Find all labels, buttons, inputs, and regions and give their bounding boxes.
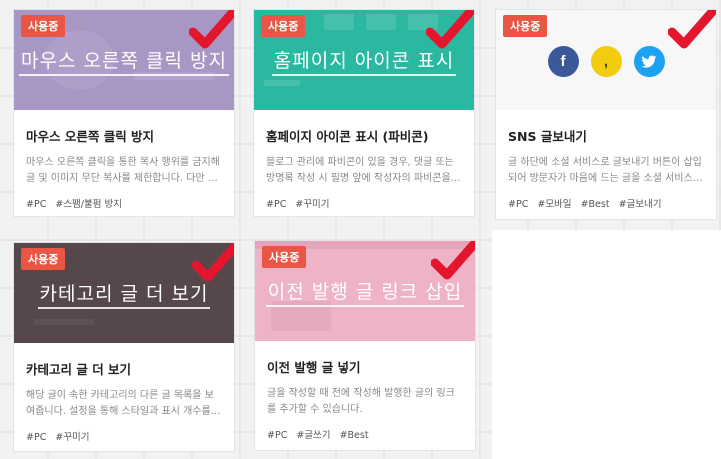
tag[interactable]: #꾸미기 — [295, 199, 329, 210]
card-thumbnail: 카테고리 글 더 보기 사용중 — [14, 243, 234, 343]
card-title: 마우스 오른쪽 클릭 방지 — [26, 129, 155, 144]
status-badge: 사용중 — [21, 248, 66, 270]
status-badge: 사용중 — [503, 15, 548, 37]
tag-list: #PC #스팸/불펌 방지 — [26, 196, 222, 210]
tag[interactable]: #Best — [581, 199, 610, 210]
card-thumbnail: 홈페이지 아이콘 표시 사용중 — [254, 10, 474, 110]
status-badge: 사용중 — [262, 246, 307, 268]
status-badge: 사용중 — [261, 15, 306, 37]
twitter-icon — [633, 46, 665, 77]
tag[interactable]: #글보내기 — [619, 199, 662, 210]
tag[interactable]: #스팸/불펌 방지 — [55, 199, 122, 210]
plugin-card-right-click-block[interactable]: 마우스 오른쪽 클릭 방지 사용중 마우스 오른쪽 클릭 방지 마우스 오른쪽 … — [13, 9, 235, 217]
tag-list: #PC #글쓰기 #Best — [267, 427, 463, 441]
tag[interactable]: #PC — [508, 199, 528, 210]
checkmark-icon — [189, 10, 234, 49]
card-description: 블로그 관리에 파비콘이 있을 경우, 댓글 또는 방명록 작성 시 필명 앞에… — [266, 157, 461, 184]
card-title: SNS 글보내기 — [508, 129, 587, 144]
tag-list: #PC #꾸미기 — [266, 196, 462, 210]
card-description: 글 하단에 소셜 서비스로 글보내기 버튼이 삽입되어 방문자가 마음에 드는 … — [508, 157, 703, 184]
card-description: 해당 글이 속한 카테고리의 다른 글 목록을 보여줍니다. 설정을 통해 스타… — [26, 390, 221, 417]
tag[interactable]: #PC — [26, 199, 46, 210]
checkmark-icon — [192, 243, 234, 282]
checkmark-icon — [431, 241, 475, 280]
status-badge: 사용중 — [21, 15, 66, 37]
facebook-icon: f — [547, 46, 579, 77]
empty-grid-cell — [492, 230, 721, 459]
plugin-card-sns-share[interactable]: f, 사용중 SNS 글보내기 글 하단에 소셜 서비스로 글보내기 버튼이 삽… — [495, 9, 717, 220]
card-thumbnail: 이전 발행 글 링크 삽입 사용중 — [255, 241, 475, 341]
tag[interactable]: #글쓰기 — [296, 430, 330, 441]
tag[interactable]: #PC — [266, 199, 286, 210]
card-title: 카테고리 글 더 보기 — [26, 362, 132, 377]
tag-list: #PC #꾸미기 — [26, 429, 222, 443]
tag[interactable]: #모바일 — [537, 199, 571, 210]
plugin-card-previous-post-link[interactable]: 이전 발행 글 링크 삽입 사용중 이전 발행 글 넣기 글을 작성할 때 전에… — [254, 240, 476, 451]
tag[interactable]: #Best — [340, 430, 369, 441]
card-title: 홈페이지 아이콘 표시 (파비콘) — [266, 129, 429, 144]
checkmark-icon — [426, 10, 474, 49]
plugin-card-category-more[interactable]: 카테고리 글 더 보기 사용중 카테고리 글 더 보기 해당 글이 속한 카테고… — [13, 242, 235, 452]
card-thumbnail: f, 사용중 — [496, 10, 716, 110]
tag-list: #PC #모바일 #Best #글보내기 — [508, 196, 704, 210]
checkmark-icon — [668, 10, 716, 49]
card-thumbnail: 마우스 오른쪽 클릭 방지 사용중 — [14, 10, 234, 110]
tag[interactable]: #PC — [26, 432, 46, 443]
plugin-card-favicon[interactable]: 홈페이지 아이콘 표시 사용중 홈페이지 아이콘 표시 (파비콘) 블로그 관리… — [253, 9, 475, 217]
tag[interactable]: #PC — [267, 430, 287, 441]
card-title: 이전 발행 글 넣기 — [267, 360, 361, 375]
tag[interactable]: #꾸미기 — [55, 432, 89, 443]
kakaostory-icon: , — [590, 46, 622, 77]
card-description: 글을 작성할 때 전에 작성해 발행한 글의 링크를 추가할 수 있습니다. — [267, 388, 455, 415]
card-description: 마우스 오른쪽 클릭을 통한 복사 행위를 금지해 글 및 이미지 무단 복사를… — [26, 157, 220, 184]
